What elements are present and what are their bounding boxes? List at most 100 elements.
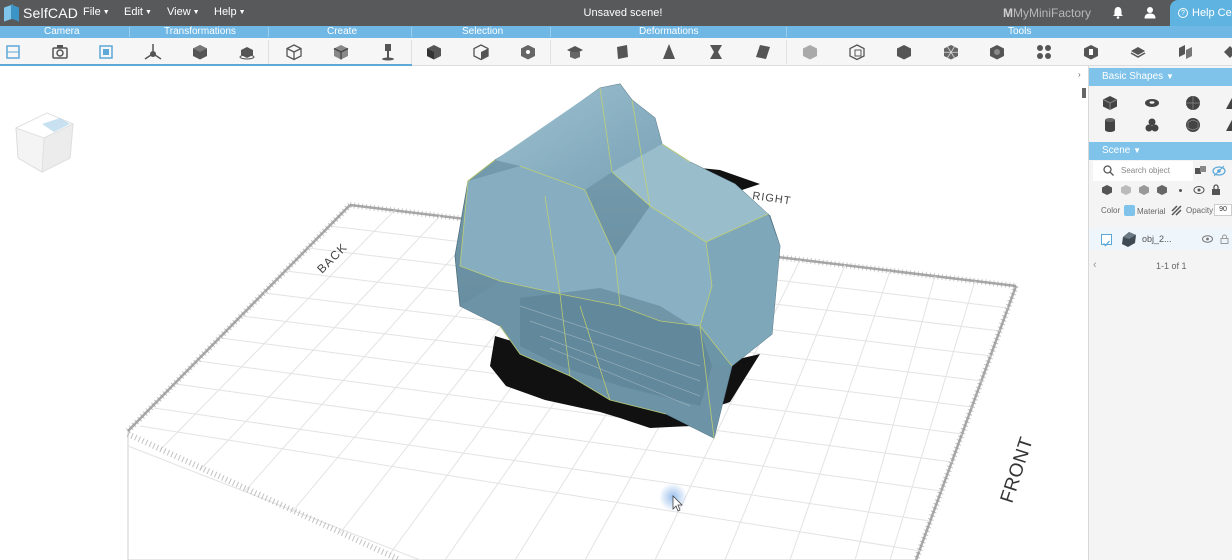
pyramid-icon[interactable]: [1225, 117, 1232, 133]
document-title: Unsaved scene!: [583, 7, 663, 19]
tool-more-icon[interactable]: [1220, 42, 1232, 62]
tool-grid-icon[interactable]: [941, 42, 961, 62]
basic-shapes-header[interactable]: Basic Shapes ▼: [1089, 68, 1232, 86]
create-pin-icon[interactable]: [378, 42, 398, 62]
visibility-eye-icon[interactable]: [1193, 185, 1205, 195]
object-checkbox[interactable]: [1101, 234, 1112, 247]
3d-viewport[interactable]: BACK RIGHT FRONT: [0, 66, 1088, 560]
menu-edit[interactable]: Edit ▼: [124, 6, 152, 18]
panel-resize-handle[interactable]: [1082, 88, 1086, 98]
mouse-cursor: [659, 483, 687, 512]
camera-front-icon[interactable]: [3, 42, 23, 62]
material-label[interactable]: Material: [1137, 207, 1165, 216]
tool-subtract-icon[interactable]: [847, 42, 867, 62]
wireframe-view-icon[interactable]: [1120, 184, 1132, 196]
app-logo[interactable]: SelfCAD: [4, 3, 78, 23]
dropdown-caret-icon: ▼: [1133, 146, 1142, 155]
sphere-icon[interactable]: [1185, 95, 1201, 111]
notifications-bell-icon[interactable]: [1112, 6, 1124, 19]
search-input[interactable]: Search object: [1121, 166, 1170, 175]
selfcad-logo-icon: [4, 4, 20, 22]
solid-view-icon[interactable]: [1101, 184, 1113, 196]
camera-snapshot-icon[interactable]: [50, 42, 70, 62]
tool-solid-icon[interactable]: [894, 42, 914, 62]
brand-label: MyMiniFactory: [1013, 6, 1092, 20]
scene-title: Scene: [1102, 145, 1131, 156]
object-lock-icon[interactable]: [1220, 234, 1229, 244]
section-tools: Tools: [1008, 26, 1032, 37]
section-selection: Selection: [462, 26, 504, 37]
menubar: SelfCAD File ▼ Edit ▼ View ▼ Help ▼ Unsaved …: [0, 0, 1232, 26]
points-view-icon[interactable]: [1156, 184, 1168, 196]
tool-smooth-icon[interactable]: [987, 42, 1007, 62]
lock-icon[interactable]: [1211, 184, 1221, 196]
create-box-icon[interactable]: [284, 42, 304, 62]
geosphere-icon[interactable]: [1185, 117, 1201, 133]
menu-file-label: File: [83, 6, 101, 18]
deform-sculpt-icon[interactable]: [565, 42, 585, 62]
tool-repair-icon[interactable]: [1081, 42, 1101, 62]
axis-label-front: FRONT: [997, 434, 1038, 505]
camera-focus-icon[interactable]: [96, 42, 116, 62]
menu-file[interactable]: File ▼: [83, 6, 110, 18]
transparent-view-icon[interactable]: [1138, 184, 1150, 196]
select-edge-icon[interactable]: [471, 42, 491, 62]
deform-taper-icon[interactable]: [659, 42, 679, 62]
cube-icon[interactable]: [1102, 95, 1118, 111]
help-icon: ?: [1178, 8, 1188, 18]
deform-skew-icon[interactable]: [753, 42, 773, 62]
caret-down-icon: ▼: [238, 8, 246, 16]
toolbar-sections: Camera Transformations Create Selection …: [0, 26, 1232, 38]
rotate-icon[interactable]: [190, 42, 210, 62]
help-center-label: Help Center: [1192, 7, 1232, 19]
deform-twist-icon[interactable]: [706, 42, 726, 62]
tool-array-icon[interactable]: [1034, 42, 1054, 62]
cylinder-icon[interactable]: [1102, 117, 1118, 133]
select-vertex-icon[interactable]: [518, 42, 538, 62]
panel-collapse-chevron-icon[interactable]: ›: [1078, 70, 1088, 80]
myminifactory-link[interactable]: MMyMiniFactory: [1003, 6, 1091, 20]
tool-split-icon[interactable]: [1175, 42, 1195, 62]
help-center-button[interactable]: ? Help Center: [1170, 0, 1232, 26]
point-icon[interactable]: [1179, 189, 1182, 192]
view-cube[interactable]: [14, 112, 75, 173]
caret-down-icon: ▼: [144, 8, 152, 16]
scene-object-row[interactable]: obj_2...: [1089, 228, 1232, 250]
opacity-label: Opacity: [1186, 206, 1214, 215]
create-sketch-icon[interactable]: [331, 42, 351, 62]
menu-edit-label: Edit: [124, 6, 143, 18]
opacity-input[interactable]: 90: [1214, 204, 1232, 216]
pagination-label: 1-1 of 1: [1156, 261, 1187, 271]
torus-icon[interactable]: [1144, 95, 1160, 111]
mmf-logo-icon: M: [1003, 6, 1013, 20]
tool-add-icon[interactable]: [800, 42, 820, 62]
scene-header[interactable]: Scene ▼: [1089, 142, 1232, 160]
group-objects-icon[interactable]: [1194, 165, 1208, 177]
tool-slice-icon[interactable]: [1128, 42, 1148, 62]
deform-bend-icon[interactable]: [612, 42, 632, 62]
menu-view[interactable]: View ▼: [167, 6, 200, 18]
section-deformations: Deformations: [639, 26, 699, 37]
user-account-icon[interactable]: [1144, 6, 1156, 19]
blob-icon[interactable]: [1144, 117, 1160, 133]
app-window: SelfCAD File ▼ Edit ▼ View ▼ Help ▼ Unsaved …: [0, 0, 1232, 560]
toggle-visibility-icon[interactable]: [1212, 165, 1226, 177]
scene-canvas[interactable]: BACK RIGHT FRONT: [0, 66, 1088, 560]
menu-help[interactable]: Help ▼: [214, 6, 246, 18]
caret-down-icon: ▼: [102, 8, 110, 16]
logo-text: SelfCAD: [23, 5, 79, 21]
caret-down-icon: ▼: [192, 8, 200, 16]
section-create: Create: [327, 26, 358, 37]
select-face-icon[interactable]: [424, 42, 444, 62]
menu-view-label: View: [167, 6, 191, 18]
scale-icon[interactable]: [237, 42, 257, 62]
color-swatch[interactable]: [1124, 205, 1135, 216]
prev-page-chevron-icon[interactable]: ‹: [1093, 259, 1097, 271]
object-visibility-icon[interactable]: [1202, 235, 1213, 243]
object-thumbnail-icon: [1122, 232, 1136, 247]
texture-icon[interactable]: [1171, 205, 1182, 216]
move-icon[interactable]: [143, 42, 163, 62]
menu-help-label: Help: [214, 6, 237, 18]
section-transformations: Transformations: [164, 26, 236, 37]
cone-icon[interactable]: [1225, 95, 1232, 111]
